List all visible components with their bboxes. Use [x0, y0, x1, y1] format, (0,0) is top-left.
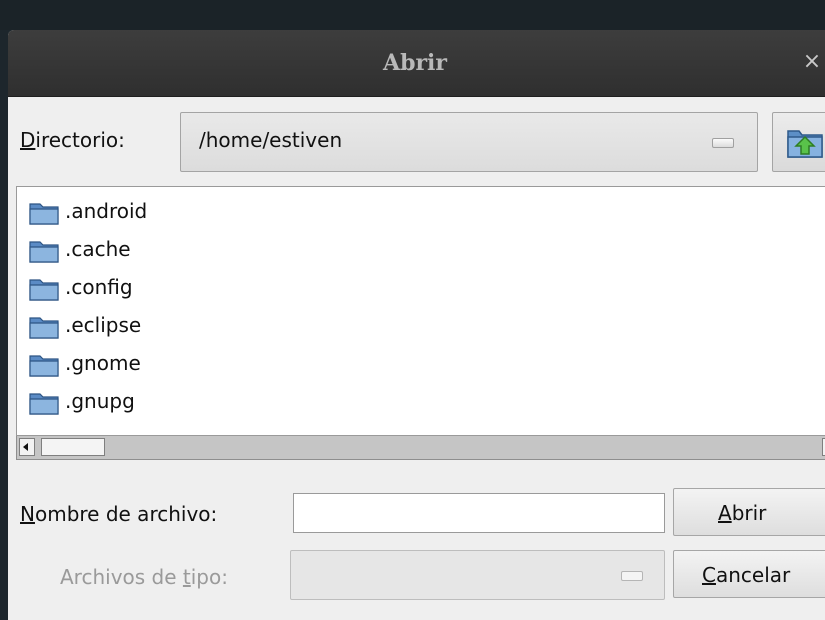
folder-icon [29, 393, 59, 415]
folder-icon [29, 241, 59, 263]
folder-icon [29, 317, 59, 339]
folder-icon [29, 203, 59, 225]
close-button[interactable]: × [798, 48, 825, 76]
scroll-left-button[interactable] [19, 438, 35, 456]
file-name: .config [65, 275, 133, 299]
file-list[interactable]: .android .cache .config .eclipse .gnome … [16, 186, 825, 436]
file-list-item[interactable]: .cache [29, 231, 809, 269]
folder-icon [29, 279, 59, 301]
title-bar[interactable]: Abrir × [8, 30, 825, 97]
file-name: .android [65, 199, 148, 223]
parent-directory-button[interactable] [772, 112, 825, 172]
filetype-dropdown[interactable] [290, 550, 665, 600]
file-list-item[interactable]: .eclipse [29, 307, 809, 345]
folder-icon [29, 355, 59, 377]
file-name: .gnupg [65, 389, 135, 413]
horizontal-scrollbar[interactable] [16, 436, 825, 460]
cancel-button[interactable]: Cancelar [673, 550, 825, 598]
dropdown-handle-icon [621, 571, 643, 581]
directory-dropdown[interactable]: /home/estiven [180, 112, 758, 172]
directory-label: Directorio: [20, 128, 125, 152]
directory-current-path: /home/estiven [199, 128, 343, 152]
open-button-label: Abrir [718, 501, 767, 525]
open-button[interactable]: Abrir [673, 488, 825, 536]
close-icon: × [802, 49, 822, 74]
filename-label: Nombre de archivo: [20, 502, 218, 526]
file-name: .gnome [65, 351, 141, 375]
scrollbar-thumb[interactable] [41, 438, 105, 456]
filetype-label: Archivos de tipo: [60, 565, 228, 589]
file-list-item[interactable]: .gnome [29, 345, 809, 383]
cancel-button-label: Cancelar [702, 563, 791, 587]
open-file-dialog: Abrir × Directorio: /home/estiven .andro… [8, 30, 825, 620]
window-title: Abrir [383, 50, 447, 76]
dropdown-handle-icon [712, 138, 734, 148]
file-name: .eclipse [65, 313, 142, 337]
arrow-left-icon [23, 443, 28, 451]
folder-up-icon [787, 130, 823, 158]
file-list-item[interactable]: .config [29, 269, 809, 307]
desktop-background [0, 0, 825, 30]
file-list-item[interactable]: .gnupg [29, 383, 809, 421]
filename-input[interactable] [293, 493, 665, 533]
file-list-item[interactable]: .android [29, 193, 809, 231]
file-name: .cache [65, 237, 131, 261]
